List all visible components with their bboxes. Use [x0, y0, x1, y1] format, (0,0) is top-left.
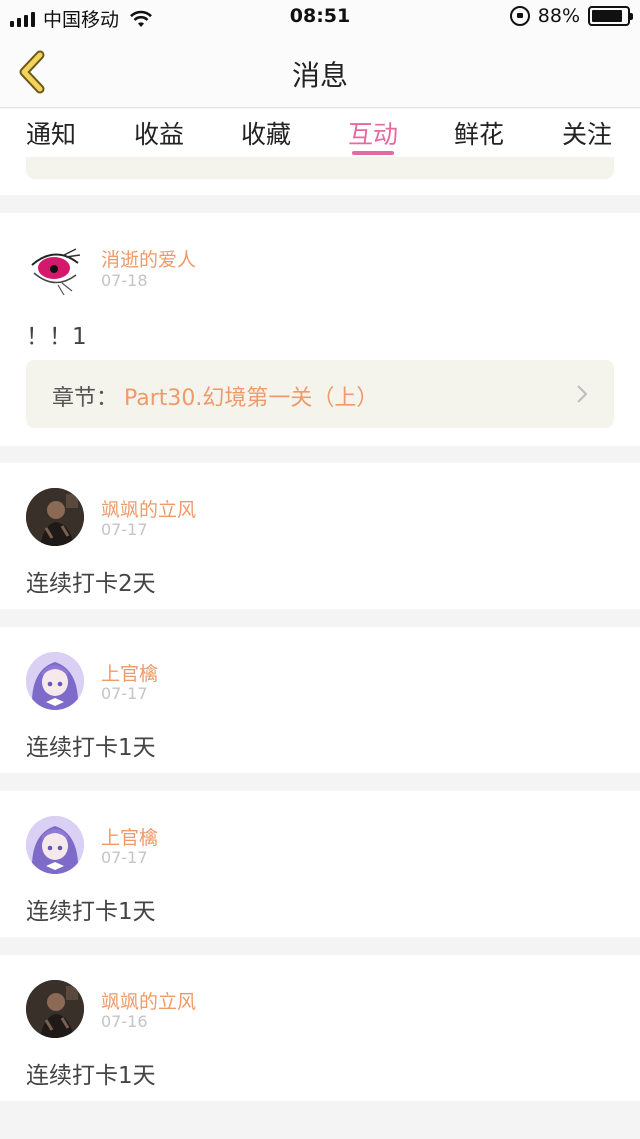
- username[interactable]: 上官檎: [101, 659, 158, 686]
- tab-favorites[interactable]: 收藏: [241, 115, 291, 151]
- active-tab-indicator: [352, 151, 394, 155]
- username[interactable]: 消逝的爱人: [101, 245, 196, 272]
- avatar[interactable]: [26, 652, 84, 710]
- message-card[interactable]: 飒飒的立风 07-17 连续打卡2天: [0, 463, 640, 609]
- anime-avatar-icon: [26, 816, 84, 874]
- chapter-label: 章节：: [52, 386, 119, 411]
- chapter-link[interactable]: 章节： Part30.幻境第一关（上）: [26, 360, 614, 428]
- eye-avatar-icon: [31, 248, 81, 296]
- tab-follows[interactable]: 关注: [562, 115, 612, 151]
- message-date: 07-18: [101, 271, 148, 290]
- message-card[interactable]: 飒飒的立风 07-16 连续打卡1天: [0, 955, 640, 1101]
- message-date: 07-17: [101, 520, 148, 539]
- message-content: 连续打卡1天: [26, 1063, 156, 1089]
- portrait-avatar-icon: [26, 488, 84, 546]
- avatar[interactable]: [26, 980, 84, 1038]
- tab-notifications[interactable]: 通知: [26, 115, 76, 151]
- page-title: 消息: [291, 59, 348, 92]
- rotation-lock-icon: [509, 6, 530, 26]
- nav-bar: 消息: [0, 36, 640, 108]
- username[interactable]: 飒飒的立风: [101, 495, 196, 522]
- chevron-right-icon: [577, 385, 588, 403]
- tab-interactions[interactable]: 互动: [348, 115, 398, 151]
- tab-flowers[interactable]: 鲜花: [454, 115, 504, 151]
- chapter-chip-partial[interactable]: [26, 157, 614, 179]
- previous-card-tail: [0, 157, 640, 195]
- avatar[interactable]: [26, 488, 84, 546]
- message-content: 连续打卡1天: [26, 735, 156, 761]
- message-card[interactable]: 消逝的爱人 07-18 ！！1 章节： Part30.幻境第一关（上）: [0, 213, 640, 446]
- chapter-title: Part30.幻境第一关（上）: [124, 386, 379, 411]
- anime-avatar-icon: [26, 652, 84, 710]
- tab-bar: 通知 收益 收藏 互动 鲜花 关注: [0, 109, 640, 157]
- message-content: 连续打卡1天: [26, 899, 156, 925]
- message-date: 07-17: [101, 684, 148, 703]
- message-content: 连续打卡2天: [26, 571, 156, 597]
- battery-percent: 88%: [537, 5, 580, 27]
- message-card[interactable]: 上官檎 07-17 连续打卡1天: [0, 627, 640, 773]
- battery-icon: [588, 6, 633, 26]
- message-content: ！！1: [26, 324, 87, 350]
- message-date: 07-16: [101, 1012, 148, 1031]
- username[interactable]: 飒飒的立风: [101, 987, 196, 1014]
- message-card[interactable]: 上官檎 07-17 连续打卡1天: [0, 791, 640, 937]
- status-bar: 中国移动 08:51 88%: [0, 0, 640, 36]
- message-date: 07-17: [101, 848, 148, 867]
- avatar[interactable]: [26, 239, 84, 297]
- avatar[interactable]: [26, 816, 84, 874]
- status-right: 88%: [509, 5, 633, 27]
- portrait-avatar-icon: [26, 980, 84, 1038]
- username[interactable]: 上官檎: [101, 823, 158, 850]
- tab-earnings[interactable]: 收益: [134, 115, 184, 151]
